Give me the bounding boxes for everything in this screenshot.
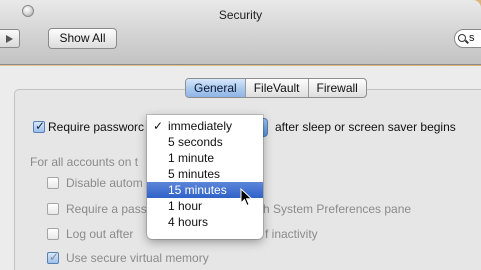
require-password-pane-label: Require a pass [66,202,147,216]
back-button[interactable] [0,29,20,48]
menu-item-label: 1 minute [168,151,215,165]
system-preferences-pane-label: h System Preferences pane [263,202,412,216]
password-delay-menu: ✓ immediately 5 seconds 1 minute 5 minutes 15… [147,115,263,239]
window-title: Security [218,8,263,22]
title-bar: Security Show All s [0,0,481,65]
menu-item-label: 4 hours [168,215,209,229]
require-password-pane-checkbox[interactable] [47,203,59,215]
back-icon [6,35,13,43]
menu-item-label: 15 minutes [168,183,227,197]
tab-general[interactable]: General [186,79,245,97]
checkmark-icon: ✓ [48,250,60,264]
sleep-screensaver-label: after sleep or screen saver begins [275,120,456,134]
menu-item-label: 5 seconds [168,135,223,149]
show-all-button[interactable]: Show All [48,28,117,49]
require-password-label: Require passworc [48,120,145,134]
tab-filevault[interactable]: FileVault [244,79,308,97]
tab-firewall[interactable]: Firewall [307,79,366,97]
disable-auto-login-checkbox[interactable] [47,177,59,189]
secure-virtual-memory-checkbox[interactable]: ✓ [47,250,60,264]
log-out-after-checkbox[interactable] [47,228,59,240]
disable-auto-login-label: Disable autom [66,176,143,190]
secure-virtual-memory-label: Use secure virtual memory [66,251,209,265]
menu-item[interactable]: ✓ immediately [147,118,263,134]
security-preferences-window: Security Show All s General FileVault Fi… [0,0,481,270]
menu-item-label: immediately [168,119,233,133]
menu-item-label: 1 hour [168,199,203,213]
search-value: s [469,32,475,44]
inactivity-label: f inactivity [265,227,318,241]
menu-item[interactable]: 4 hours [147,214,263,230]
tab-bar: General FileVault Firewall [185,78,367,98]
menu-item[interactable]: 1 minute [147,150,263,166]
all-accounts-label: For all accounts on t [30,155,139,169]
require-password-checkbox[interactable]: ✓ [33,119,46,133]
menu-item-label: 5 minutes [168,167,221,181]
checkmark-icon: ✓ [153,119,164,133]
search-icon [458,34,466,42]
log-out-after-label: Log out after [66,227,134,241]
search-input[interactable]: s [454,29,481,48]
menu-item[interactable]: 5 seconds [147,134,263,150]
mouse-pointer-icon [240,188,253,207]
menu-item[interactable]: 5 minutes [147,166,263,182]
checkmark-icon: ✓ [34,119,46,133]
